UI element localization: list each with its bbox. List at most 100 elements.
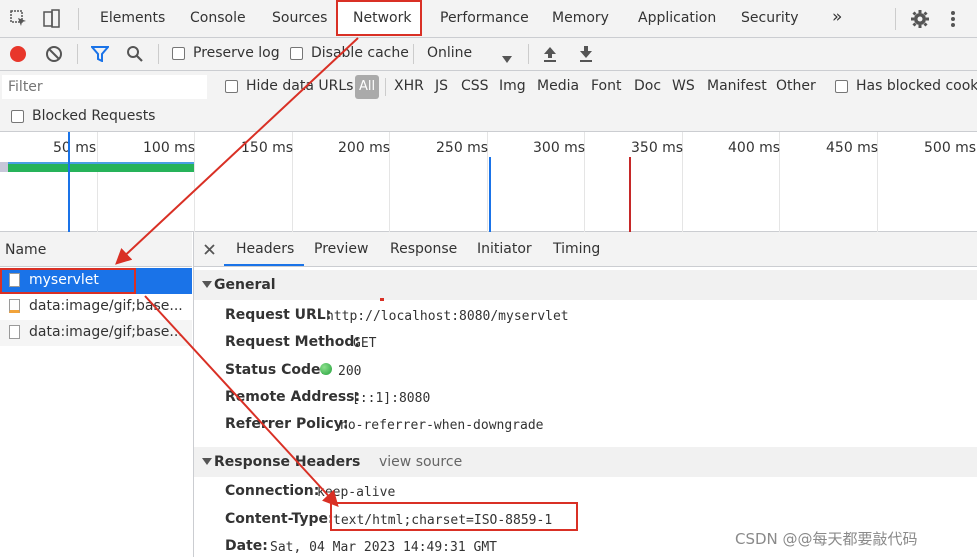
dropdown-arrow-icon[interactable] <box>502 51 512 63</box>
import-har-icon[interactable] <box>542 45 558 63</box>
timeline-tick-label: 150 ms <box>241 140 294 156</box>
inspect-element-icon[interactable] <box>10 10 28 28</box>
view-source-link[interactable]: view source <box>379 454 462 470</box>
disable-cache-label: Disable cache <box>311 45 409 61</box>
blocked-requests-checkbox[interactable] <box>11 110 24 123</box>
timeline-tick-label: 200 ms <box>338 140 391 156</box>
hide-data-urls-checkbox[interactable] <box>225 80 238 93</box>
status-ok-icon <box>320 363 332 375</box>
disable-cache-checkbox[interactable] <box>290 47 303 60</box>
tab-console[interactable]: Console <box>190 10 246 26</box>
status-code-key: Status Code: <box>225 362 327 378</box>
tab-divider <box>895 8 896 30</box>
request-row[interactable]: data:image/gif;base... <box>0 320 192 346</box>
filter-bar: Hide data URLs All XHR JS CSS Img Media … <box>0 71 977 104</box>
type-filter-font[interactable]: Font <box>591 78 621 94</box>
search-icon[interactable] <box>126 45 144 63</box>
request-row-selected[interactable]: myservlet <box>0 268 192 294</box>
type-filter-doc[interactable]: Doc <box>634 78 661 94</box>
document-icon <box>9 273 20 287</box>
tab-security[interactable]: Security <box>741 10 799 26</box>
has-blocked-cookies-checkbox[interactable] <box>835 80 848 93</box>
request-row[interactable]: data:image/gif;base... <box>0 294 192 320</box>
request-timing-bar-waiting <box>0 162 8 172</box>
tab-headers[interactable]: Headers <box>236 241 294 257</box>
device-toolbar-icon[interactable] <box>42 9 62 29</box>
more-tabs-button[interactable]: » <box>832 7 842 27</box>
timeline-tick-label: 500 ms <box>924 140 977 156</box>
kebab-menu-icon[interactable] <box>950 10 956 28</box>
clear-icon[interactable] <box>45 45 63 63</box>
connection-value: keep-alive <box>317 485 396 500</box>
type-filter-img[interactable]: Img <box>499 78 526 94</box>
watermark: CSDN @@每天都要敲代码 <box>735 530 918 548</box>
image-file-icon <box>9 299 20 313</box>
detail-tab-bar: Headers Preview Response Initiator Timin… <box>194 232 977 267</box>
type-filter-xhr[interactable]: XHR <box>394 78 424 94</box>
image-file-icon <box>9 325 20 339</box>
preserve-log-checkbox[interactable] <box>172 47 185 60</box>
type-filter-css[interactable]: CSS <box>461 78 489 94</box>
tab-performance[interactable]: Performance <box>440 10 529 26</box>
response-headers-section-header[interactable]: Response Headers view source <box>194 447 977 477</box>
request-timing-bar-download <box>8 162 194 172</box>
remote-address-key: Remote Address: <box>225 389 361 405</box>
timeline-tick-label: 350 ms <box>631 140 684 156</box>
filter-divider <box>385 78 386 96</box>
request-name: myservlet <box>29 272 99 288</box>
type-filter-manifest[interactable]: Manifest <box>707 78 767 94</box>
tab-initiator[interactable]: Initiator <box>477 241 532 257</box>
devtools-tab-bar: Elements Console Sources Network Perform… <box>0 0 977 38</box>
type-filter-js[interactable]: JS <box>435 78 448 94</box>
connection-key: Connection: <box>225 483 320 499</box>
export-har-icon[interactable] <box>578 45 594 63</box>
content-type-key: Content-Type: <box>225 511 334 527</box>
date-value: Sat, 04 Mar 2023 14:49:31 GMT <box>270 540 497 555</box>
has-blocked-cookies-label: Has blocked cooki <box>856 78 977 94</box>
toolbar-divider <box>158 44 159 64</box>
name-column-header[interactable]: Name <box>5 242 46 258</box>
general-section-header[interactable]: General <box>194 270 977 300</box>
request-url-key: Request URL: <box>225 307 332 323</box>
request-list-header: Name <box>0 232 192 267</box>
tab-sources[interactable]: Sources <box>272 10 327 26</box>
preserve-log-label: Preserve log <box>193 45 280 61</box>
type-filter-ws[interactable]: WS <box>672 78 695 94</box>
timeline-tick-label: 400 ms <box>728 140 781 156</box>
tab-elements[interactable]: Elements <box>100 10 165 26</box>
request-detail-pane: Headers Preview Response Initiator Timin… <box>194 232 977 557</box>
gear-icon[interactable] <box>910 9 930 29</box>
tab-preview[interactable]: Preview <box>314 241 369 257</box>
triangle-down-icon <box>202 281 212 288</box>
record-icon[interactable] <box>10 46 26 62</box>
load-event-marker <box>629 157 631 232</box>
content-type-value: text/html;charset=ISO-8859-1 <box>333 513 553 528</box>
type-filter-other[interactable]: Other <box>776 78 816 94</box>
tab-timing[interactable]: Timing <box>553 241 600 257</box>
toolbar-divider <box>77 44 78 64</box>
timeline-gridline <box>97 132 98 232</box>
hide-data-urls-label: Hide data URLs <box>246 78 354 94</box>
timeline-tick-label: 250 ms <box>436 140 489 156</box>
request-url-value: http://localhost:8080/myservlet <box>326 309 569 324</box>
tab-response[interactable]: Response <box>390 241 457 257</box>
filter-input[interactable] <box>2 75 207 99</box>
tab-network[interactable]: Network <box>353 10 411 26</box>
remote-address-value: [::1]:8080 <box>352 391 431 406</box>
request-name: data:image/gif;base... <box>29 298 183 314</box>
tab-memory[interactable]: Memory <box>552 10 609 26</box>
timeline-tick-label: 450 ms <box>826 140 879 156</box>
throttle-select[interactable]: Online <box>427 45 472 61</box>
close-icon[interactable] <box>204 243 215 255</box>
filter-icon[interactable] <box>89 46 111 63</box>
tab-application[interactable]: Application <box>638 10 716 26</box>
dom-content-loaded-marker <box>489 157 491 232</box>
request-method-value: GET <box>353 336 377 351</box>
timeline-overview[interactable]: 50 ms 100 ms 150 ms 200 ms 250 ms 300 ms… <box>0 132 977 232</box>
referrer-policy-key: Referrer Policy: <box>225 416 349 432</box>
request-list: Name myservlet data:image/gif;base... da… <box>0 232 194 557</box>
toolbar-divider <box>413 44 414 64</box>
type-filter-all[interactable]: All <box>355 75 379 99</box>
type-filter-media[interactable]: Media <box>537 78 579 94</box>
referrer-policy-value: no-referrer-when-downgrade <box>340 418 544 433</box>
